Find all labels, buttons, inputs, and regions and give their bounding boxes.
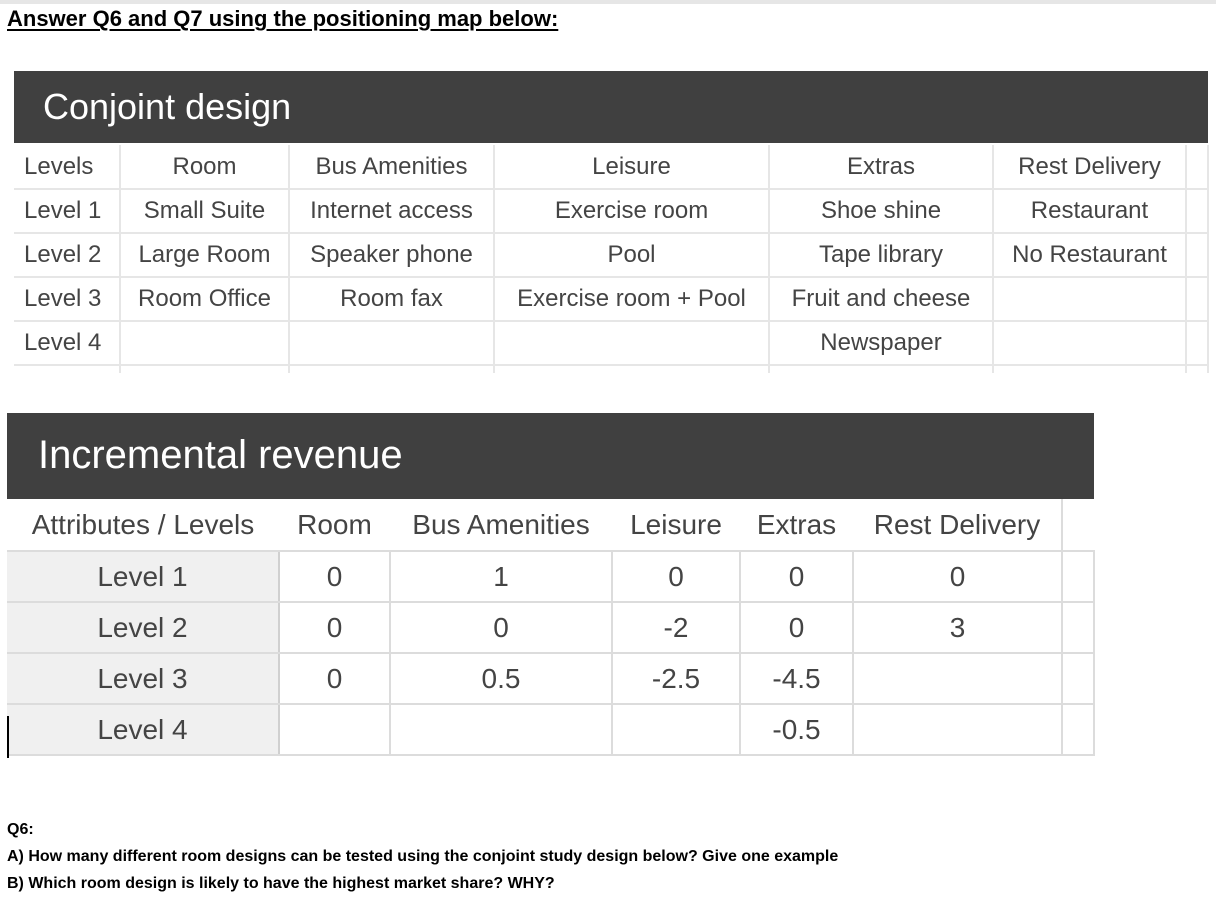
incremental-revenue-title: Incremental revenue: [7, 413, 1094, 499]
table-cell: -4.5: [740, 653, 854, 705]
table-cell: Exercise room + Pool: [494, 277, 770, 322]
table-header-row: Attributes / Levels Room Bus Amenities L…: [7, 499, 1094, 552]
column-header: Leisure: [612, 499, 740, 552]
table-cell: 3: [853, 602, 1063, 654]
table-row: Level 4 -0.5: [7, 704, 1095, 756]
empty-cell: [1062, 704, 1095, 756]
column-header: Levels: [14, 145, 121, 190]
table-cell: Room Office: [120, 277, 290, 322]
empty-cell: [1186, 321, 1209, 366]
table-cell: [494, 321, 770, 366]
row-label: Level 2: [14, 233, 121, 278]
incremental-revenue-table: Attributes / Levels Room Bus Amenities L…: [7, 499, 1095, 756]
row-label: Level 1: [14, 189, 121, 234]
table-cell: No Restaurant: [993, 233, 1187, 278]
row-label: Level 1: [7, 551, 280, 603]
top-border: [0, 0, 1216, 4]
table-cell: Restaurant: [993, 189, 1187, 234]
column-header: Room: [120, 145, 290, 190]
empty-cell: [1186, 145, 1209, 190]
table-row: Level 1 Small Suite Internet access Exer…: [14, 189, 1209, 234]
row-label: Level 3: [7, 653, 280, 705]
table-cell: [279, 704, 391, 756]
column-header: Bus Amenities: [390, 499, 612, 552]
table-cell: Fruit and cheese: [769, 277, 994, 322]
table-cell: 1: [390, 551, 613, 603]
empty-cell: [1062, 602, 1095, 654]
conjoint-design-title: Conjoint design: [14, 71, 1208, 143]
column-header: Rest Delivery: [853, 499, 1063, 552]
table-cell: 0: [740, 602, 854, 654]
table-cell: Exercise room: [494, 189, 770, 234]
empty-cell: [1186, 277, 1209, 322]
table-cell: Small Suite: [120, 189, 290, 234]
table-cell: 0: [279, 602, 391, 654]
table-cell: Shoe shine: [769, 189, 994, 234]
table-cell: [612, 704, 741, 756]
empty-cell: [494, 365, 770, 373]
column-header: Bus Amenities: [289, 145, 495, 190]
table-cell: [853, 653, 1063, 705]
table-cell: Speaker phone: [289, 233, 495, 278]
question-block: Q6: A) How many different room designs c…: [7, 816, 838, 897]
table-row-partial: [14, 365, 1209, 373]
row-label: Level 4: [7, 704, 280, 756]
table-cell: Pool: [494, 233, 770, 278]
empty-cell: [14, 365, 121, 373]
question-label: Q6:: [7, 821, 34, 838]
table-cell: [289, 321, 495, 366]
column-header: Attributes / Levels: [7, 499, 279, 552]
column-header: Leisure: [494, 145, 770, 190]
column-header: Room: [279, 499, 390, 552]
empty-cell: [289, 365, 495, 373]
table-cell: 0: [279, 551, 391, 603]
table-row: Level 2 0 0 -2 0 3: [7, 602, 1095, 654]
empty-cell: [1062, 499, 1094, 552]
table-cell: Tape library: [769, 233, 994, 278]
empty-cell: [1062, 653, 1095, 705]
table-cell: Newspaper: [769, 321, 994, 366]
table-cell: [853, 704, 1063, 756]
empty-cell: [1062, 551, 1095, 603]
table-cell: 0.5: [390, 653, 613, 705]
table-cell: Internet access: [289, 189, 495, 234]
column-header: Extras: [740, 499, 853, 552]
empty-cell: [993, 365, 1187, 373]
table-row: Level 3 Room Office Room fax Exercise ro…: [14, 277, 1209, 322]
table-row: Level 3 0 0.5 -2.5 -4.5: [7, 653, 1095, 705]
table-cell: 0: [853, 551, 1063, 603]
empty-cell: [1186, 189, 1209, 234]
text-cursor: [7, 716, 9, 758]
column-header: Rest Delivery: [993, 145, 1187, 190]
empty-cell: [1186, 365, 1209, 373]
page-heading: Answer Q6 and Q7 using the positioning m…: [7, 6, 559, 31]
table-cell: -2.5: [612, 653, 741, 705]
table-row: Level 1 0 1 0 0 0: [7, 551, 1095, 603]
conjoint-design-table: Levels Room Bus Amenities Leisure Extras…: [14, 145, 1209, 373]
empty-cell: [120, 365, 290, 373]
table-cell: 0: [612, 551, 741, 603]
table-cell: [993, 277, 1187, 322]
table-cell: 0: [279, 653, 391, 705]
table-row: Level 2 Large Room Speaker phone Pool Ta…: [14, 233, 1209, 278]
table-row: Level 4 Newspaper: [14, 321, 1209, 366]
empty-cell: [1186, 233, 1209, 278]
table-header-row: Levels Room Bus Amenities Leisure Extras…: [14, 145, 1209, 190]
row-label: Level 3: [14, 277, 121, 322]
table-cell: [120, 321, 290, 366]
question-a: A) How many different room designs can b…: [7, 848, 839, 865]
table-cell: [390, 704, 613, 756]
table-cell: Large Room: [120, 233, 290, 278]
table-cell: -0.5: [740, 704, 854, 756]
empty-cell: [769, 365, 994, 373]
row-label: Level 4: [14, 321, 121, 366]
question-b: B) Which room design is likely to have t…: [7, 875, 555, 892]
row-label: Level 2: [7, 602, 280, 654]
table-cell: [993, 321, 1187, 366]
table-cell: 0: [740, 551, 854, 603]
table-cell: Room fax: [289, 277, 495, 322]
table-cell: 0: [390, 602, 613, 654]
table-cell: -2: [612, 602, 741, 654]
column-header: Extras: [769, 145, 994, 190]
